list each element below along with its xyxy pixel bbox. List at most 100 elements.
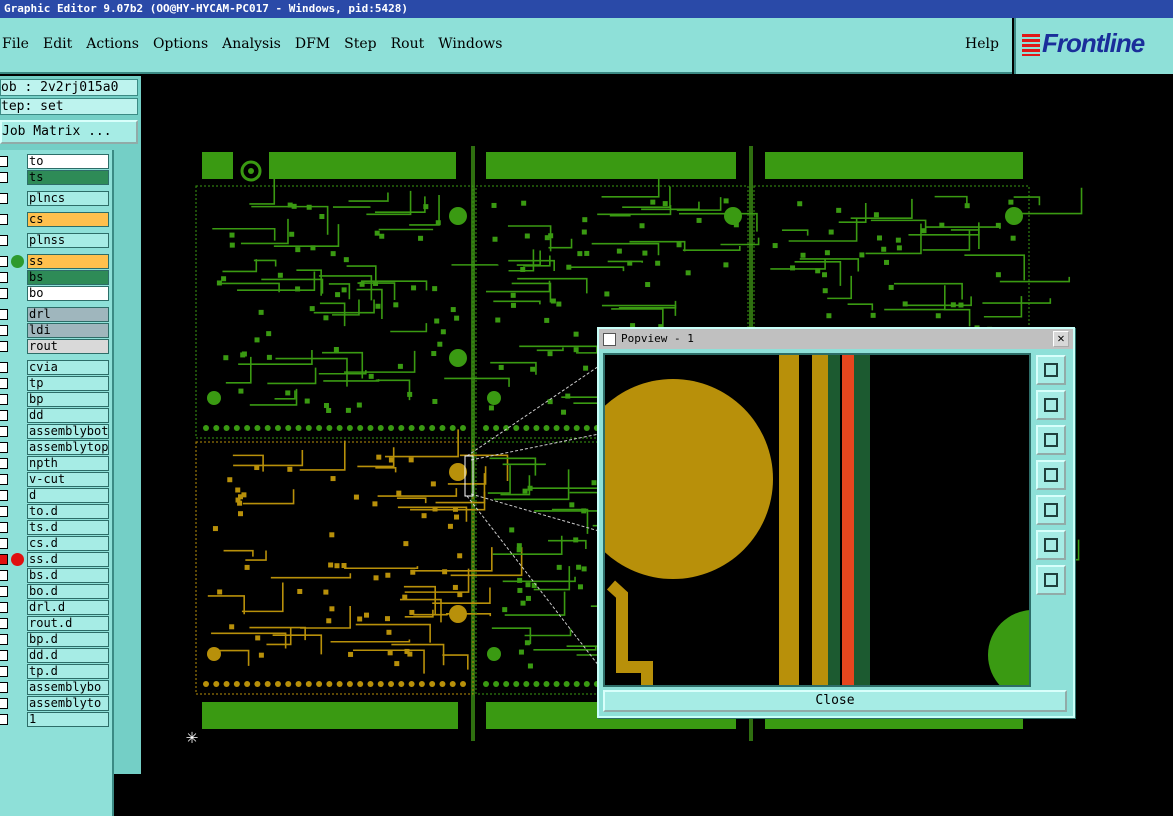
layer-row-drl-d[interactable]: drl.d — [0, 600, 112, 615]
layer-name[interactable]: v-cut — [27, 472, 109, 487]
layer-checkbox[interactable] — [0, 235, 8, 246]
layer-checkbox[interactable] — [0, 554, 8, 565]
layer-row-assemblyto[interactable]: assemblyto — [0, 696, 112, 711]
menu-item-edit[interactable]: Edit — [43, 36, 72, 52]
layer-name[interactable]: bp.d — [27, 632, 109, 647]
layer-checkbox[interactable] — [0, 426, 8, 437]
layer-checkbox[interactable] — [0, 288, 8, 299]
layer-checkbox[interactable] — [0, 341, 8, 352]
popview-window[interactable]: Popview - 1 ✕ Close — [597, 327, 1075, 718]
layer-name[interactable]: ts.d — [27, 520, 109, 535]
layer-name[interactable]: drl — [27, 307, 109, 322]
layer-checkbox[interactable] — [0, 272, 8, 283]
pan-left-icon[interactable] — [1036, 460, 1066, 490]
layer-row-npth[interactable]: npth — [0, 456, 112, 471]
menu-item-analysis[interactable]: Analysis — [222, 36, 281, 52]
layer-row-ss-d[interactable]: ss.d — [0, 552, 112, 567]
layer-checkbox[interactable] — [0, 458, 8, 469]
layer-checkbox[interactable] — [0, 256, 8, 267]
layer-name[interactable]: ts — [27, 170, 109, 185]
layer-row-rout-d[interactable]: rout.d — [0, 616, 112, 631]
layer-row-bo[interactable]: bo — [0, 286, 112, 301]
layer-checkbox[interactable] — [0, 362, 8, 373]
layer-name[interactable]: to — [27, 154, 109, 169]
layer-name[interactable]: ldi — [27, 323, 109, 338]
layer-name[interactable]: tp.d — [27, 664, 109, 679]
layer-row-dd-d[interactable]: dd.d — [0, 648, 112, 663]
layer-row-bp-d[interactable]: bp.d — [0, 632, 112, 647]
layer-row-ldi[interactable]: ldi — [0, 323, 112, 338]
layer-row-bp[interactable]: bp — [0, 392, 112, 407]
layer-checkbox[interactable] — [0, 522, 8, 533]
menu-item-step[interactable]: Step — [344, 36, 376, 52]
menu-item-options[interactable]: Options — [153, 36, 208, 52]
layer-name[interactable]: rout.d — [27, 616, 109, 631]
layer-name[interactable]: bs — [27, 270, 109, 285]
menu-help[interactable]: Help — [965, 36, 999, 52]
layer-name[interactable]: plncs — [27, 191, 109, 206]
layer-checkbox[interactable] — [0, 378, 8, 389]
layer-checkbox[interactable] — [0, 214, 8, 225]
zoom-window-icon[interactable] — [1036, 355, 1066, 385]
pan-up-icon[interactable] — [1036, 390, 1066, 420]
layer-name[interactable]: assemblyto — [27, 696, 109, 711]
layer-row-bo-d[interactable]: bo.d — [0, 584, 112, 599]
layer-name[interactable]: to.d — [27, 504, 109, 519]
popview-close-icon[interactable]: ✕ — [1053, 331, 1069, 347]
layer-checkbox[interactable] — [0, 602, 8, 613]
layer-row-rout[interactable]: rout — [0, 339, 112, 354]
job-matrix-button[interactable]: Job Matrix ... — [0, 120, 138, 144]
layer-checkbox[interactable] — [0, 490, 8, 501]
layer-checkbox[interactable] — [0, 682, 8, 693]
layer-checkbox[interactable] — [0, 666, 8, 677]
popview-canvas[interactable] — [603, 353, 1031, 687]
layer-row-to-d[interactable]: to.d — [0, 504, 112, 519]
layer-checkbox[interactable] — [0, 634, 8, 645]
layer-row-to[interactable]: to — [0, 154, 112, 169]
layer-checkbox[interactable] — [0, 172, 8, 183]
layer-row-dd[interactable]: dd — [0, 408, 112, 423]
layer-row-tp-d[interactable]: tp.d — [0, 664, 112, 679]
layer-name[interactable]: bo — [27, 286, 109, 301]
layer-name[interactable]: cs.d — [27, 536, 109, 551]
layer-name[interactable]: ss — [27, 254, 109, 269]
menu-item-rout[interactable]: Rout — [391, 36, 425, 52]
layer-row-cs[interactable]: cs — [0, 212, 112, 227]
layer-name[interactable]: drl.d — [27, 600, 109, 615]
layer-name[interactable]: d — [27, 488, 109, 503]
zoom-fit-icon[interactable] — [1036, 530, 1066, 560]
layer-checkbox[interactable] — [0, 309, 8, 320]
zoom-center-icon[interactable] — [1036, 565, 1066, 595]
layer-row-ss[interactable]: ss — [0, 254, 112, 269]
layer-row-drl[interactable]: drl — [0, 307, 112, 322]
layer-row-bs[interactable]: bs — [0, 270, 112, 285]
layer-checkbox[interactable] — [0, 325, 8, 336]
layer-name[interactable]: dd — [27, 408, 109, 423]
layer-row-assemblytop[interactable]: assemblytop — [0, 440, 112, 455]
layer-checkbox[interactable] — [0, 394, 8, 405]
layer-name[interactable]: cs — [27, 212, 109, 227]
layer-name[interactable]: tp — [27, 376, 109, 391]
layer-row-tp[interactable]: tp — [0, 376, 112, 391]
layer-row-d[interactable]: d — [0, 488, 112, 503]
layer-checkbox[interactable] — [0, 193, 8, 204]
layer-name[interactable]: assemblytop — [27, 440, 109, 455]
layer-row-ts[interactable]: ts — [0, 170, 112, 185]
menu-item-dfm[interactable]: DFM — [295, 36, 330, 52]
layer-checkbox[interactable] — [0, 442, 8, 453]
layer-name[interactable]: cvia — [27, 360, 109, 375]
menu-item-file[interactable]: File — [2, 36, 29, 52]
layer-row-cvia[interactable]: cvia — [0, 360, 112, 375]
pan-down-icon[interactable] — [1036, 425, 1066, 455]
layer-name[interactable]: bs.d — [27, 568, 109, 583]
layer-row-bs-d[interactable]: bs.d — [0, 568, 112, 583]
layer-checkbox[interactable] — [0, 474, 8, 485]
layer-name[interactable]: npth — [27, 456, 109, 471]
layer-name[interactable]: plnss — [27, 233, 109, 248]
layer-name[interactable]: rout — [27, 339, 109, 354]
layer-checkbox[interactable] — [0, 618, 8, 629]
menu-item-windows[interactable]: Windows — [438, 36, 502, 52]
popview-close-button[interactable]: Close — [603, 690, 1067, 712]
layer-name[interactable]: dd.d — [27, 648, 109, 663]
layer-name[interactable]: 1 — [27, 712, 109, 727]
